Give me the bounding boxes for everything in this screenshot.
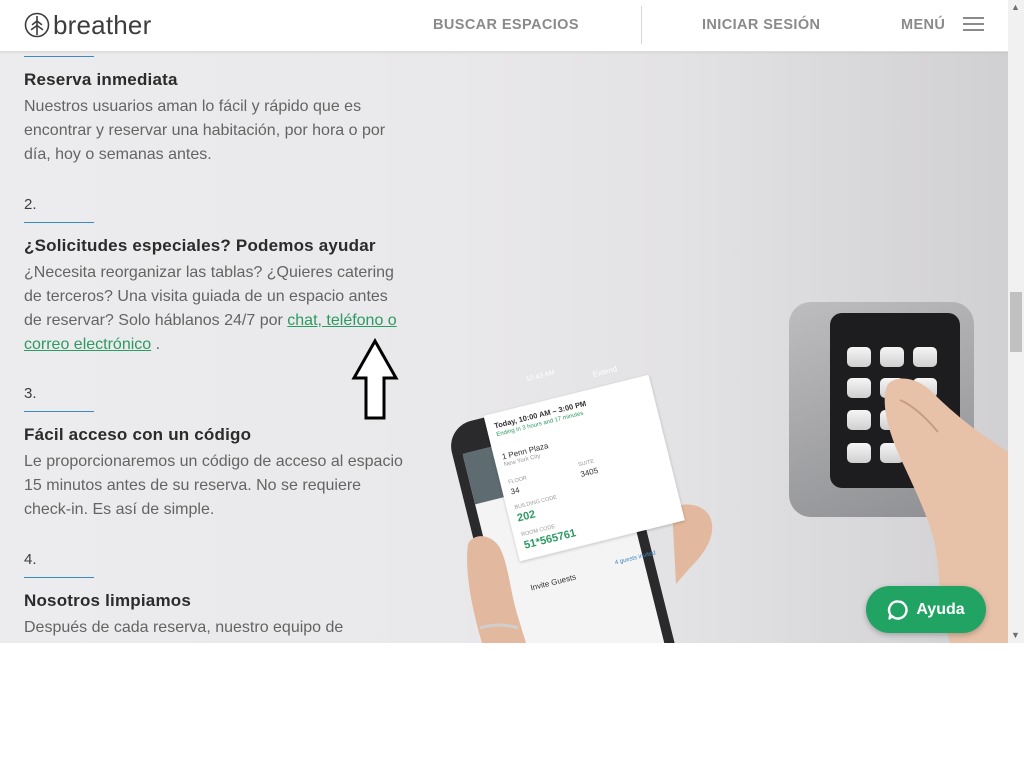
step-3-title: Fácil acceso con un código [24,425,252,444]
suite-value: 3405 [579,465,600,479]
scrollbar-thumb[interactable] [1010,292,1022,352]
help-label: Ayuda [916,600,965,618]
scroll-up-arrow-icon[interactable]: ▲ [1011,2,1020,12]
invite-guests: Invite Guests [529,572,578,593]
keypad-key [847,347,871,367]
annotation-up-arrow-icon [351,338,399,420]
hamburger-menu-icon[interactable] [963,17,984,31]
step-3-number: 3. [24,385,37,402]
step-divider [24,411,94,412]
phone-extend-button: Extend [591,364,619,380]
nav-menu[interactable]: MENÚ [901,17,945,33]
scroll-down-arrow-icon[interactable]: ▼ [1011,630,1020,640]
nav-login[interactable]: INICIAR SESIÓN [702,17,820,33]
keypad-key [847,443,871,463]
keypad-key [880,347,904,367]
step-3-text: Le proporcionaremos un código de acceso … [24,453,403,518]
help-chat-button[interactable]: Ayuda [866,586,986,633]
keypad-key [847,410,871,430]
keypad-key [847,378,871,398]
chat-bubble-icon [888,599,909,620]
step-2-text: ¿Necesita reorganizar las tablas? ¿Quier… [24,261,404,357]
site-header: breather BUSCAR ESPACIOS INICIAR SESIÓN … [0,0,1008,52]
nav-search-spaces[interactable]: BUSCAR ESPACIOS [433,17,579,33]
breather-logo[interactable]: breather [24,12,151,38]
step-divider [24,56,94,57]
page-viewport: breather BUSCAR ESPACIOS INICIAR SESIÓN … [0,0,1008,643]
floor-label: FLOOR [507,475,528,486]
floor-value: 34 [509,485,521,497]
keypad-key [913,347,937,367]
building-code-label: BUILDING CODE [514,494,558,511]
booking-card: Today, 10:00 AM – 3:00 PM Ending in 3 ho… [483,374,685,562]
step-4-number: 4. [24,551,37,568]
nav-divider [641,6,642,44]
step-1-text: Nuestros usuarios aman lo fácil y rápido… [24,98,386,163]
guests-invited: 4 guests invited [614,550,657,567]
logo-text: breather [53,10,152,40]
step-2-title: ¿Solicitudes especiales? Podemos ayudar [24,236,376,255]
step-2-text-end: . [151,336,161,353]
phone-status-time: 10:43 AM [525,369,556,384]
step-2-number: 2. [24,196,37,213]
tree-logo-icon [24,12,50,38]
step-4-title: Nosotros limpiamos [24,591,192,610]
step-1-title: Reserva inmediata [24,70,178,89]
step-divider [24,222,94,223]
building-code-value: 202 [515,508,537,525]
step-divider [24,577,94,578]
step-4-text: Después de cada reserva, nuestro equipo … [24,619,344,636]
